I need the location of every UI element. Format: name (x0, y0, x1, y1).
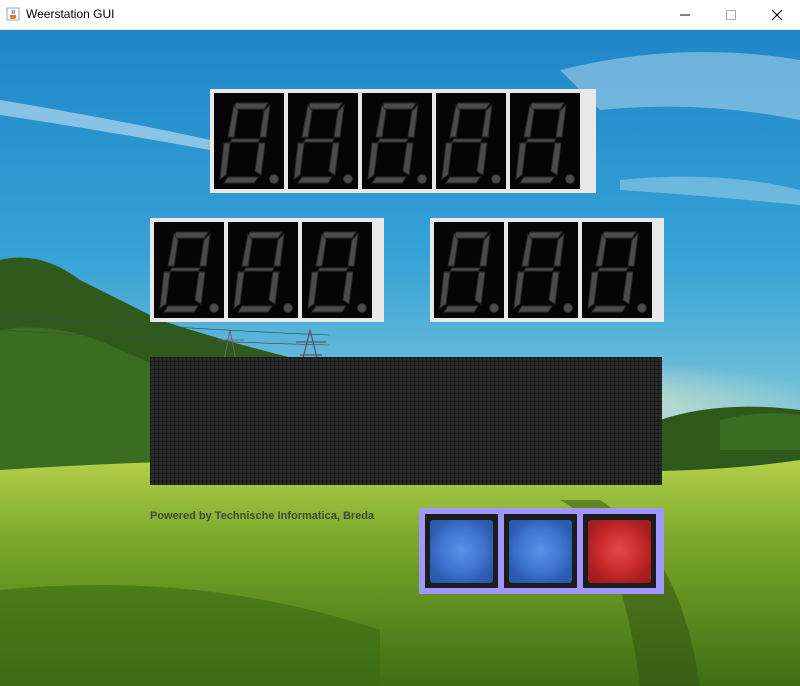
seven-segment-digit (508, 222, 578, 318)
red-button[interactable] (583, 514, 656, 588)
close-icon (771, 9, 783, 20)
seven-segment-digit (228, 222, 298, 318)
button-panel (419, 508, 664, 594)
seven-segment-digit (214, 93, 284, 189)
seven-segment-digit (362, 93, 432, 189)
maximize-button[interactable] (708, 0, 754, 29)
seven-segment-digit (434, 222, 504, 318)
title-bar: Weerstation GUI (0, 0, 800, 30)
credit-text: Powered by Technische Informatica, Breda (150, 510, 375, 522)
seven-segment-digit (288, 93, 358, 189)
left-seven-segment-display (150, 218, 384, 322)
seven-segment-digit (582, 222, 652, 318)
red-button-face (588, 519, 651, 583)
blue-button-2[interactable] (504, 514, 577, 588)
seven-segment-digit (154, 222, 224, 318)
seven-segment-digit (510, 93, 580, 189)
window-title: Weerstation GUI (26, 7, 115, 21)
top-seven-segment-display (210, 89, 596, 193)
blue-button-face (430, 519, 493, 583)
seven-segment-digit (436, 93, 506, 189)
blue-button-face (509, 519, 572, 583)
dot-matrix-display (150, 357, 662, 485)
minimize-button[interactable] (662, 0, 708, 29)
blue-button-1[interactable] (425, 514, 498, 588)
close-button[interactable] (754, 0, 800, 29)
seven-segment-digit (302, 222, 372, 318)
java-cup-icon (6, 7, 20, 21)
maximize-icon (726, 9, 736, 20)
minimize-icon (680, 14, 690, 15)
right-seven-segment-display (430, 218, 664, 322)
